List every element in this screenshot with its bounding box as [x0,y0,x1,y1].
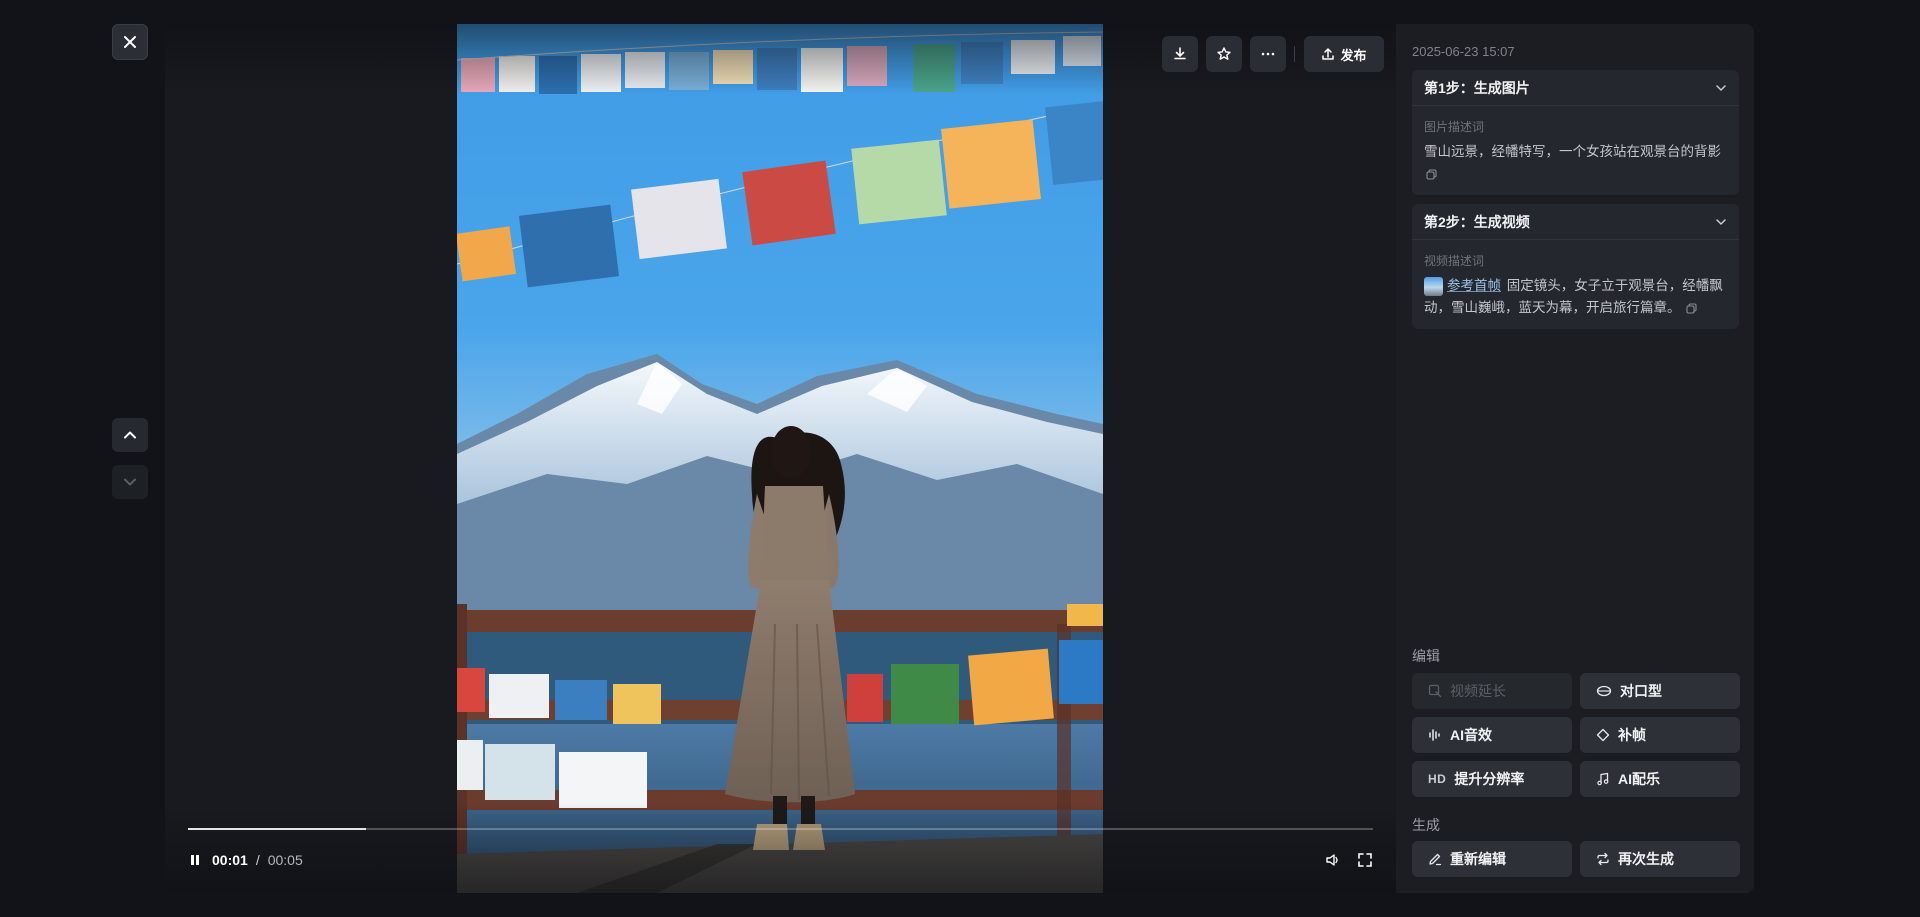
favorite-button[interactable] [1206,36,1242,72]
extend-video-button[interactable]: 视频延长 [1412,673,1572,709]
video-frame[interactable] [457,24,1103,893]
star-icon [1217,47,1231,60]
video-player[interactable]: 发布 00:01 / 00:05 [165,24,1396,893]
frame-interpolation-label: 补帧 [1618,727,1646,743]
download-icon [1174,47,1186,60]
step-header[interactable]: 第2步：生成视频 [1412,204,1739,240]
copy-icon[interactable] [1426,169,1437,180]
reference-frame-thumbnail [1424,276,1443,296]
total-time: 00:05 [267,852,303,868]
step-title: 第1步：生成图片 [1424,79,1530,96]
repeat-icon [1597,852,1609,866]
reference-frame-chip[interactable]: 参考首帧 [1424,275,1501,297]
pause-icon [191,855,199,865]
chevron-up-icon [124,431,136,439]
frame-interpolation-button[interactable]: 补帧 [1580,717,1740,753]
pencil-icon [1429,853,1442,866]
ai-sound-effects-button[interactable]: AI音效 [1412,717,1572,753]
prompt-text-content: 雪山远景，经幡特写，一个女孩站在观景台的背影 [1424,144,1721,159]
ai-music-button[interactable]: AI配乐 [1580,761,1740,797]
video-still [457,24,1103,893]
ai-sound-effects-label: AI音效 [1450,727,1492,743]
volume-icon [1326,854,1338,866]
pause-button[interactable] [188,852,204,868]
details-panel: 2025-06-23 15:07 第1步：生成图片 图片描述词 雪山远景，经幡特… [1396,24,1754,893]
lip-sync-label: 对口型 [1620,683,1662,699]
ai-music-label: AI配乐 [1618,771,1660,787]
chevron-down-icon [1716,84,1726,91]
step-card-image: 第1步：生成图片 图片描述词 雪山远景，经幡特写，一个女孩站在观景台的背影 [1412,70,1739,195]
upload-icon [1322,48,1335,60]
timestamp: 2025-06-23 15:07 [1412,44,1515,59]
regenerate-label: 再次生成 [1618,851,1674,867]
music-note-icon [1597,772,1609,786]
prompt-label: 视频描述词 [1424,254,1485,268]
regenerate-button[interactable]: 再次生成 [1580,841,1740,877]
extend-icon [1428,684,1442,698]
re-edit-button[interactable]: 重新编辑 [1412,841,1572,877]
close-icon [124,36,136,48]
close-button[interactable] [112,24,148,60]
edit-section-title: 编辑 [1412,648,1440,664]
more-button[interactable] [1250,36,1286,72]
prompt-text: 雪山远景，经幡特写，一个女孩站在观景台的背影 [1424,141,1727,185]
lip-sync-button[interactable]: 对口型 [1580,673,1740,709]
diamond-icon [1596,728,1610,742]
step-title: 第2步：生成视频 [1424,213,1530,230]
current-time: 00:01 [212,852,248,868]
more-icon [1261,52,1275,56]
step-card-video: 第2步：生成视频 视频描述词 参考首帧 固定镜头，女子立于观景台，经幡飘动，雪山… [1412,204,1739,329]
next-item-button[interactable] [112,465,148,499]
step-header[interactable]: 第1步：生成图片 [1412,70,1739,106]
lips-icon [1596,685,1612,697]
chevron-down-icon [1716,218,1726,225]
volume-button[interactable] [1323,850,1343,870]
upscale-button[interactable]: HD 提升分辨率 [1412,761,1572,797]
chevron-down-icon [124,478,136,486]
fullscreen-icon [1358,853,1372,867]
generate-section-title: 生成 [1412,817,1440,833]
publish-button[interactable]: 发布 [1304,36,1384,72]
prompt-text: 参考首帧 固定镜头，女子立于观景台，经幡飘动，雪山巍峨，蓝天为幕，开启旅行篇章。 [1424,275,1727,319]
prompt-label: 图片描述词 [1424,120,1485,134]
copy-icon[interactable] [1686,303,1697,314]
upscale-label: 提升分辨率 [1454,771,1525,787]
time-separator: / [255,852,260,868]
reference-frame-label: 参考首帧 [1447,278,1501,294]
previous-item-button[interactable] [112,418,148,452]
progress-bar[interactable] [188,828,1373,830]
sound-wave-icon [1429,729,1440,741]
publish-label: 发布 [1340,47,1367,63]
progress-fill [188,828,366,830]
toolbar-divider [1294,46,1295,62]
hd-icon: HD [1428,772,1447,786]
extend-video-label: 视频延长 [1450,683,1506,699]
download-button[interactable] [1162,36,1198,72]
fullscreen-button[interactable] [1355,850,1375,870]
playback-controls: 00:01 / 00:05 [188,850,303,870]
re-edit-label: 重新编辑 [1450,851,1506,867]
